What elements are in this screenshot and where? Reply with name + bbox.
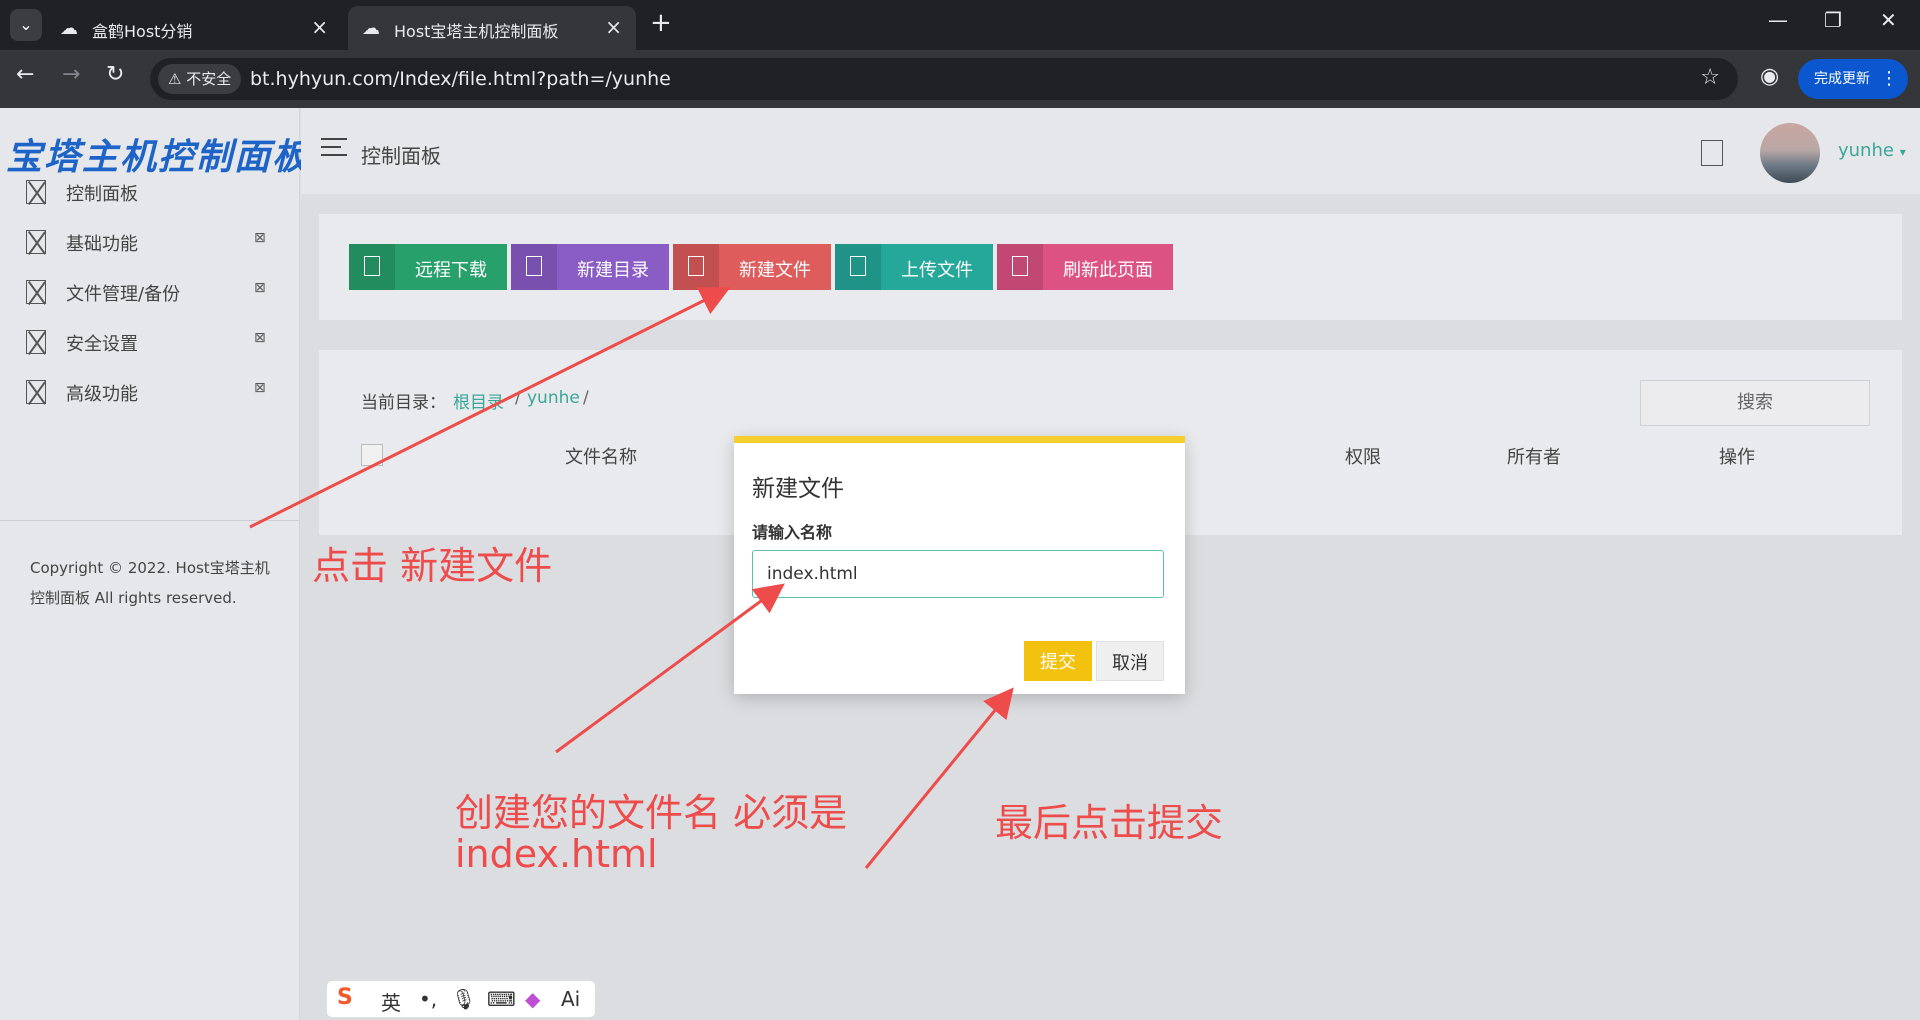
- skin-icon[interactable]: ◆: [525, 987, 540, 1011]
- ime-language-toggle[interactable]: 英: [381, 987, 401, 1016]
- arrow-to-input: [555, 583, 785, 754]
- keyboard-icon[interactable]: ⌨: [487, 987, 516, 1011]
- annotation-step1: 点击 新建文件: [312, 544, 553, 588]
- annotation-arrows: [249, 287, 1014, 869]
- arrow-to-new-file: [249, 287, 731, 529]
- ai-assistant-icon[interactable]: Ai: [561, 987, 580, 1011]
- annotation-step2-line2: index.html: [455, 832, 658, 876]
- annotation-step2-line1: 创建您的文件名 必须是: [455, 791, 848, 835]
- annotation-step3: 最后点击提交: [995, 801, 1224, 845]
- sogou-logo-icon[interactable]: S: [337, 985, 353, 1010]
- punctuation-icon[interactable]: •,: [419, 987, 437, 1011]
- arrow-to-submit: [864, 687, 1014, 869]
- microphone-icon[interactable]: 🎙: [451, 987, 476, 1011]
- ime-toolbar: S 英 •, 🎙 ⌨ ◆ Ai: [326, 980, 596, 1018]
